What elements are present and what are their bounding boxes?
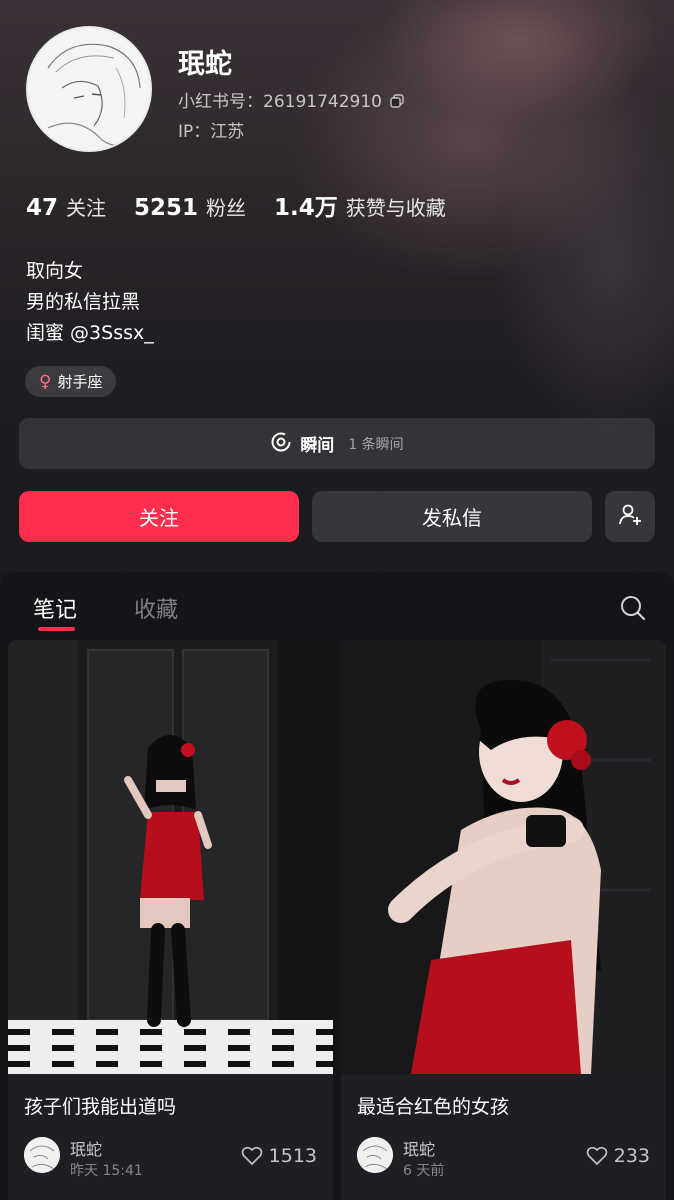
active-tab-indicator (38, 627, 75, 631)
heart-icon (586, 1146, 608, 1166)
note-time: 昨天 15:41 (70, 1163, 143, 1179)
follow-button[interactable]: 关注 (19, 491, 299, 542)
note-title: 孩子们我能出道吗 (24, 1096, 177, 1118)
note-card[interactable]: 孩子们我能出道吗 珉蛇 昨天 15:41 1513 (8, 640, 333, 1200)
zodiac-tag: ♀ 射手座 (25, 366, 117, 397)
tab-notes[interactable]: 笔记 (33, 592, 77, 624)
search-icon[interactable] (619, 594, 647, 622)
female-icon: ♀ (39, 371, 52, 392)
like-count: 1513 (268, 1145, 317, 1167)
stat-number: 47 (26, 195, 59, 221)
profile-name: 珉蛇 (178, 49, 232, 80)
message-button[interactable]: 发私信 (312, 491, 592, 542)
notes-section: 笔记 收藏 孩子们我能出道吗 珉蛇 昨天 15:41 1513 最适合红色的女孩… (0, 572, 674, 1200)
stat-number: 5251 (134, 195, 199, 221)
profile-tabs: 笔记 收藏 (0, 572, 674, 634)
author-name[interactable]: 珉蛇 (403, 1136, 435, 1160)
bio-line: 取向女 (26, 260, 84, 282)
stat-followers[interactable]: 5251 粉丝 (134, 192, 246, 221)
add-user-icon (617, 502, 643, 531)
like-button[interactable]: 1513 (241, 1145, 317, 1167)
like-button[interactable]: 233 (586, 1145, 650, 1167)
profile-page: 珉蛇 小红书号：26191742910 IP：江苏 47 关注 5251 粉丝 … (0, 0, 674, 1200)
moments-icon (270, 431, 292, 457)
ip-location: IP：江苏 (178, 122, 245, 142)
author-avatar[interactable] (357, 1137, 393, 1173)
bio-line: 闺蜜 @3Sssx_ (26, 322, 154, 344)
copy-icon[interactable] (390, 93, 404, 108)
zodiac-tag-label: 射手座 (57, 373, 103, 391)
stat-label: 获赞与收藏 (345, 196, 446, 220)
note-cover-image (341, 640, 666, 1074)
moments-count: 1 条瞬间 (348, 436, 404, 453)
user-id-text: 小红书号：26191742910 (178, 92, 382, 112)
note-cover-image (8, 640, 333, 1074)
like-count: 233 (613, 1145, 650, 1167)
note-time: 6 天前 (403, 1163, 445, 1179)
stat-label: 关注 (66, 196, 107, 220)
stat-likes[interactable]: 1.4万 获赞与收藏 (274, 188, 446, 222)
moments-label: 瞬间 (300, 436, 335, 456)
tab-collections[interactable]: 收藏 (134, 592, 178, 624)
note-title: 最适合红色的女孩 (357, 1096, 510, 1118)
avatar[interactable] (26, 26, 152, 152)
heart-icon (241, 1146, 262, 1166)
stat-label: 粉丝 (206, 196, 247, 220)
author-avatar[interactable] (24, 1137, 60, 1173)
bio-line: 男的私信拉黑 (26, 291, 141, 313)
stat-following[interactable]: 47 关注 (26, 192, 106, 221)
profile-stats: 47 关注 5251 粉丝 1.4万 获赞与收藏 (26, 188, 474, 222)
stat-number: 1.4万 (274, 195, 338, 221)
profile-bio: 取向女 男的私信拉黑 闺蜜 @3Sssx_ (26, 256, 154, 349)
moments-bar[interactable]: 瞬间 1 条瞬间 (19, 418, 655, 469)
user-id: 小红书号：26191742910 (178, 87, 404, 112)
add-friend-button[interactable] (605, 491, 655, 542)
author-name[interactable]: 珉蛇 (70, 1136, 102, 1160)
note-card[interactable]: 最适合红色的女孩 珉蛇 6 天前 233 (341, 640, 666, 1200)
